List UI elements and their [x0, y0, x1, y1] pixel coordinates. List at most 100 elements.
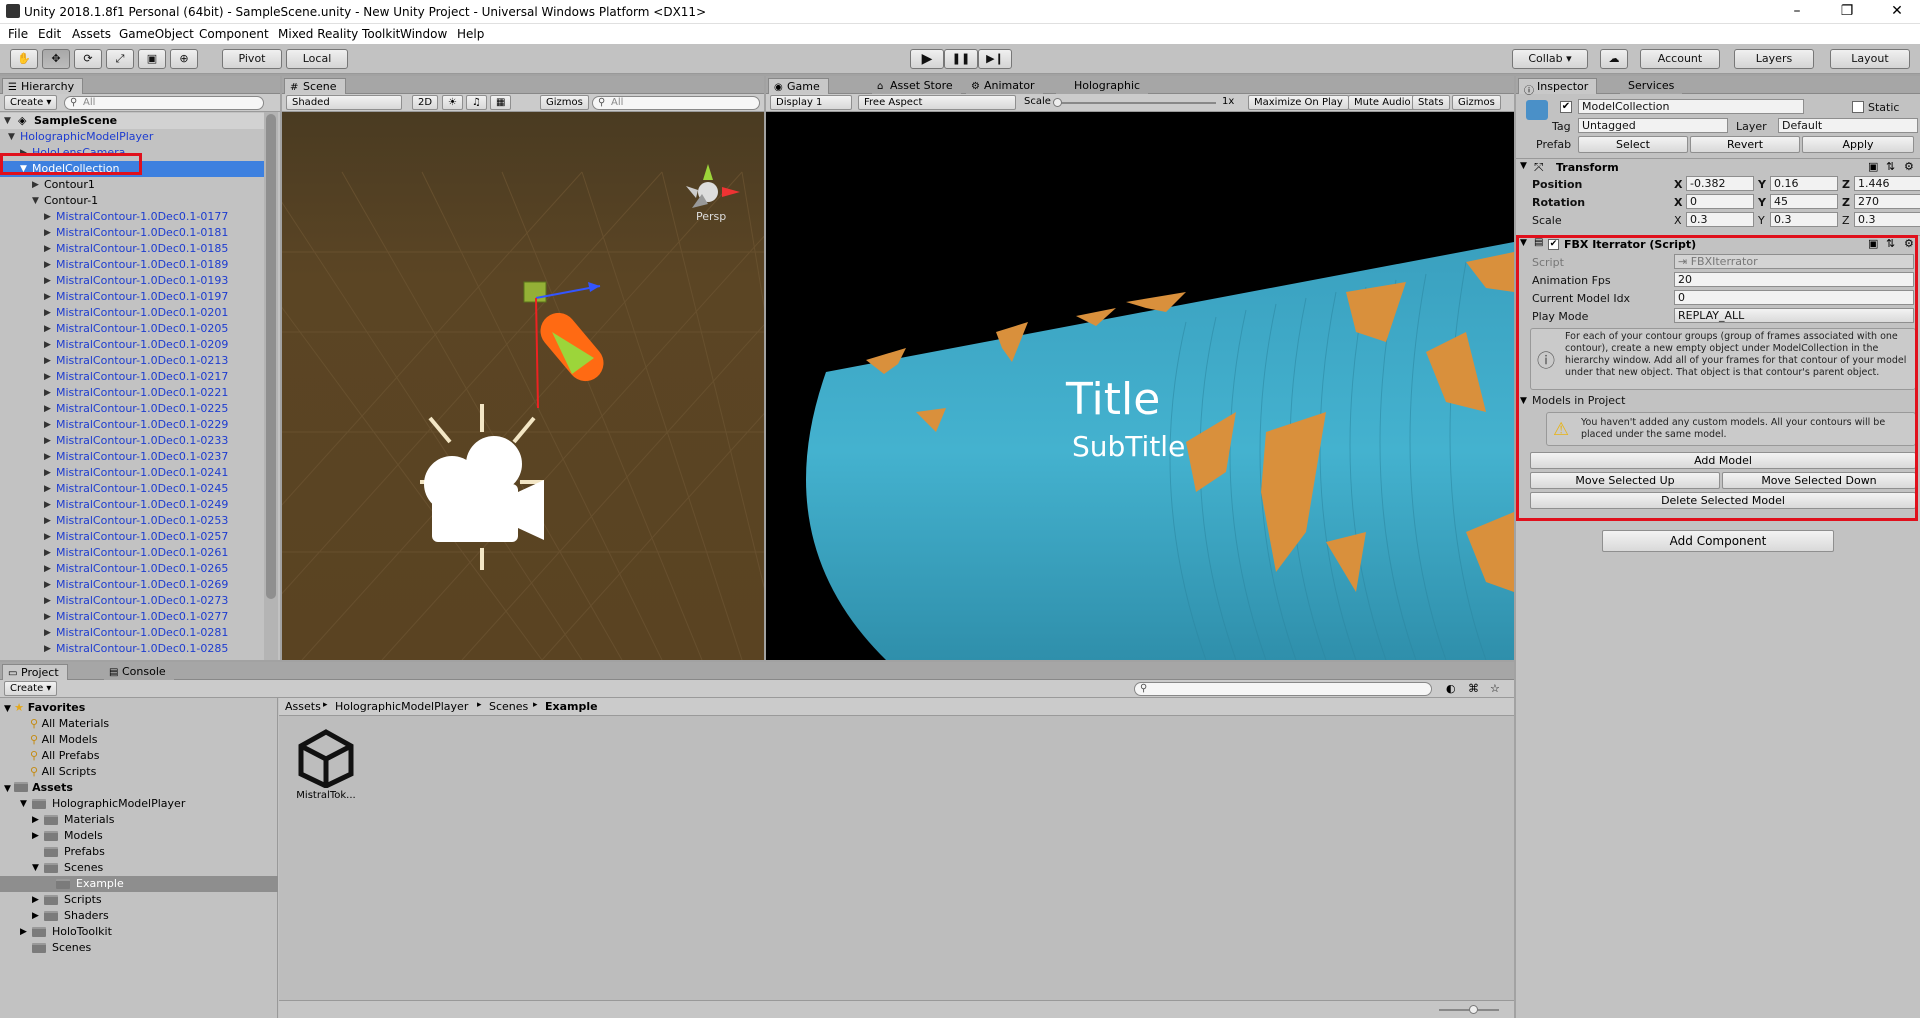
- maximize-on-play-toggle[interactable]: Maximize On Play: [1248, 95, 1349, 110]
- hierarchy-item[interactable]: ▶ MistralContour-1.0Dec0.1-0181: [0, 225, 264, 241]
- layers-dropdown[interactable]: Layers: [1734, 49, 1814, 69]
- breadcrumb-item[interactable]: Scenes: [489, 700, 528, 713]
- expand-arrow-icon[interactable]: ▶: [44, 225, 51, 241]
- hierarchy-item[interactable]: ▶ MistralContour-1.0Dec0.1-0233: [0, 433, 264, 449]
- expand-arrow-icon[interactable]: ▶: [32, 892, 39, 908]
- expand-arrow-icon[interactable]: ▶: [44, 641, 51, 657]
- rotation-y-input[interactable]: 45: [1770, 194, 1838, 209]
- hierarchy-item[interactable]: ▶ MistralContour-1.0Dec0.1-0265: [0, 561, 264, 577]
- favorite-item[interactable]: ⚲ All Scripts: [30, 764, 96, 780]
- axis-label[interactable]: X: [1674, 214, 1682, 227]
- hierarchy-create-button[interactable]: Create ▾: [4, 95, 58, 110]
- expand-arrow-icon[interactable]: ▼: [20, 796, 27, 812]
- scrollbar-thumb[interactable]: [266, 114, 276, 599]
- menu-window[interactable]: Window: [400, 27, 447, 41]
- tab-hierarchy[interactable]: ☰ Hierarchy: [2, 78, 84, 94]
- favorites-header[interactable]: ▼ ★ Favorites: [4, 700, 85, 716]
- project-tree-item[interactable]: ▶ Materials: [0, 812, 278, 828]
- tab-console[interactable]: ▤ Console: [104, 664, 174, 680]
- zoom-slider-thumb[interactable]: [1469, 1005, 1478, 1014]
- settings-gear-icon[interactable]: ⚙: [1904, 160, 1914, 173]
- hierarchy-item[interactable]: ▶ MistralContour-1.0Dec0.1-0257: [0, 529, 264, 545]
- display-dropdown[interactable]: Display 1: [770, 95, 852, 110]
- breadcrumb-item[interactable]: HolographicModelPlayer: [335, 700, 468, 713]
- expand-arrow-icon[interactable]: ▶: [20, 924, 27, 940]
- scale-tool-icon[interactable]: ⤢: [106, 49, 134, 69]
- cloud-icon[interactable]: ☁: [1600, 49, 1628, 69]
- hierarchy-item[interactable]: ▶ MistralContour-1.0Dec0.1-0205: [0, 321, 264, 337]
- menu-component[interactable]: Component: [199, 27, 269, 41]
- hierarchy-item[interactable]: ▶ MistralContour-1.0Dec0.1-0213: [0, 353, 264, 369]
- axis-label[interactable]: Z: [1842, 178, 1850, 191]
- expand-arrow-icon[interactable]: ▶: [44, 417, 51, 433]
- menu-gameobject[interactable]: GameObject: [119, 27, 194, 41]
- transform-header[interactable]: ▼ ⤧ Transform ▣ ⇅ ⚙: [1516, 158, 1920, 176]
- scene-viewport[interactable]: Persp: [282, 112, 764, 660]
- aspect-dropdown[interactable]: Free Aspect: [858, 95, 1016, 110]
- expand-arrow-icon[interactable]: ▶: [44, 593, 51, 609]
- scale-slider[interactable]: [1053, 98, 1216, 107]
- position-y-input[interactable]: 0.16: [1770, 176, 1838, 191]
- rotation-x-input[interactable]: 0: [1686, 194, 1754, 209]
- mode-2d-toggle[interactable]: 2D: [412, 95, 439, 110]
- hand-tool-icon[interactable]: ✋: [10, 49, 38, 69]
- hierarchy-item[interactable]: ▼ Contour-1: [0, 193, 264, 209]
- step-button[interactable]: ▶❙: [978, 49, 1012, 69]
- play-button[interactable]: ▶: [910, 49, 944, 69]
- expand-arrow-icon[interactable]: ▶: [44, 305, 51, 321]
- expand-arrow-icon[interactable]: ▶: [44, 353, 51, 369]
- rotation-z-input[interactable]: 270: [1854, 194, 1920, 209]
- hierarchy-item[interactable]: ▶ MistralContour-1.0Dec0.1-0285: [0, 641, 264, 657]
- expand-arrow-icon[interactable]: ▶: [44, 257, 51, 273]
- hierarchy-item[interactable]: ▶ MistralContour-1.0Dec0.1-0261: [0, 545, 264, 561]
- orientation-gizmo[interactable]: [686, 164, 740, 208]
- project-search-input[interactable]: ⚲: [1134, 682, 1432, 696]
- project-tree-item[interactable]: ▶ Scripts: [0, 892, 278, 908]
- axis-label[interactable]: X: [1674, 178, 1682, 191]
- audio-icon[interactable]: ♫: [466, 95, 487, 110]
- assets-header[interactable]: ▼ Assets: [4, 780, 73, 796]
- hierarchy-item[interactable]: ▶ MistralContour-1.0Dec0.1-0201: [0, 305, 264, 321]
- expand-arrow-icon[interactable]: ▼: [32, 193, 39, 209]
- expand-arrow-icon[interactable]: ▶: [44, 385, 51, 401]
- axis-label[interactable]: Y: [1758, 196, 1766, 209]
- lighting-icon[interactable]: ☀: [442, 95, 463, 110]
- scale-slider-thumb[interactable]: [1053, 98, 1062, 107]
- expand-arrow-icon[interactable]: ▶: [32, 177, 39, 193]
- prefab-revert-button[interactable]: Revert: [1690, 136, 1800, 153]
- scale-x-input[interactable]: 0.3: [1686, 212, 1754, 227]
- axis-label[interactable]: Y: [1758, 178, 1766, 191]
- expand-arrow-icon[interactable]: ▶: [44, 273, 51, 289]
- expand-arrow-icon[interactable]: ▶: [44, 449, 51, 465]
- layer-dropdown[interactable]: Default: [1778, 118, 1918, 133]
- hierarchy-item[interactable]: ▶ MistralContour-1.0Dec0.1-0249: [0, 497, 264, 513]
- project-tree-item[interactable]: ▼ HolographicModelPlayer: [0, 796, 278, 812]
- object-name-input[interactable]: ModelCollection: [1578, 99, 1804, 114]
- project-tree-item[interactable]: Example: [0, 876, 278, 892]
- hierarchy-item[interactable]: ▶ MistralContour-1.0Dec0.1-0281: [0, 625, 264, 641]
- maximize-button[interactable]: ❐: [1824, 0, 1870, 24]
- expand-arrow-icon[interactable]: ▶: [44, 529, 51, 545]
- expand-arrow-icon[interactable]: ▶: [44, 289, 51, 305]
- project-tree-item[interactable]: ▼ Scenes: [0, 860, 278, 876]
- menu-file[interactable]: File: [8, 27, 28, 41]
- expand-arrow-icon[interactable]: ▼: [32, 860, 39, 876]
- pause-button[interactable]: ❚❚: [944, 49, 978, 69]
- tab-inspector[interactable]: ⓘ Inspector: [1518, 78, 1598, 97]
- game-gizmos-dropdown[interactable]: Gizmos: [1452, 95, 1501, 110]
- asset-tile[interactable]: MistralTok...: [291, 728, 361, 808]
- expand-arrow-icon[interactable]: ▶: [44, 561, 51, 577]
- favorite-item[interactable]: ⚲ All Prefabs: [30, 748, 100, 764]
- filter-type-icon[interactable]: ◐: [1446, 682, 1456, 695]
- hierarchy-search-input[interactable]: ⚲ All: [64, 96, 264, 110]
- preset-icon[interactable]: ⇅: [1886, 160, 1895, 173]
- zoom-slider[interactable]: [1439, 1005, 1499, 1014]
- hierarchy-item[interactable]: ▶ MistralContour-1.0Dec0.1-0189: [0, 257, 264, 273]
- expand-arrow-icon[interactable]: ▶: [44, 241, 51, 257]
- expand-arrow-icon[interactable]: ▶: [44, 321, 51, 337]
- project-tree-item[interactable]: Prefabs: [0, 844, 278, 860]
- hierarchy-item[interactable]: ▶ MistralContour-1.0Dec0.1-0221: [0, 385, 264, 401]
- expand-arrow-icon[interactable]: ▶: [32, 812, 39, 828]
- rect-tool-icon[interactable]: ▣: [138, 49, 166, 69]
- help-icon[interactable]: ▣: [1868, 160, 1878, 173]
